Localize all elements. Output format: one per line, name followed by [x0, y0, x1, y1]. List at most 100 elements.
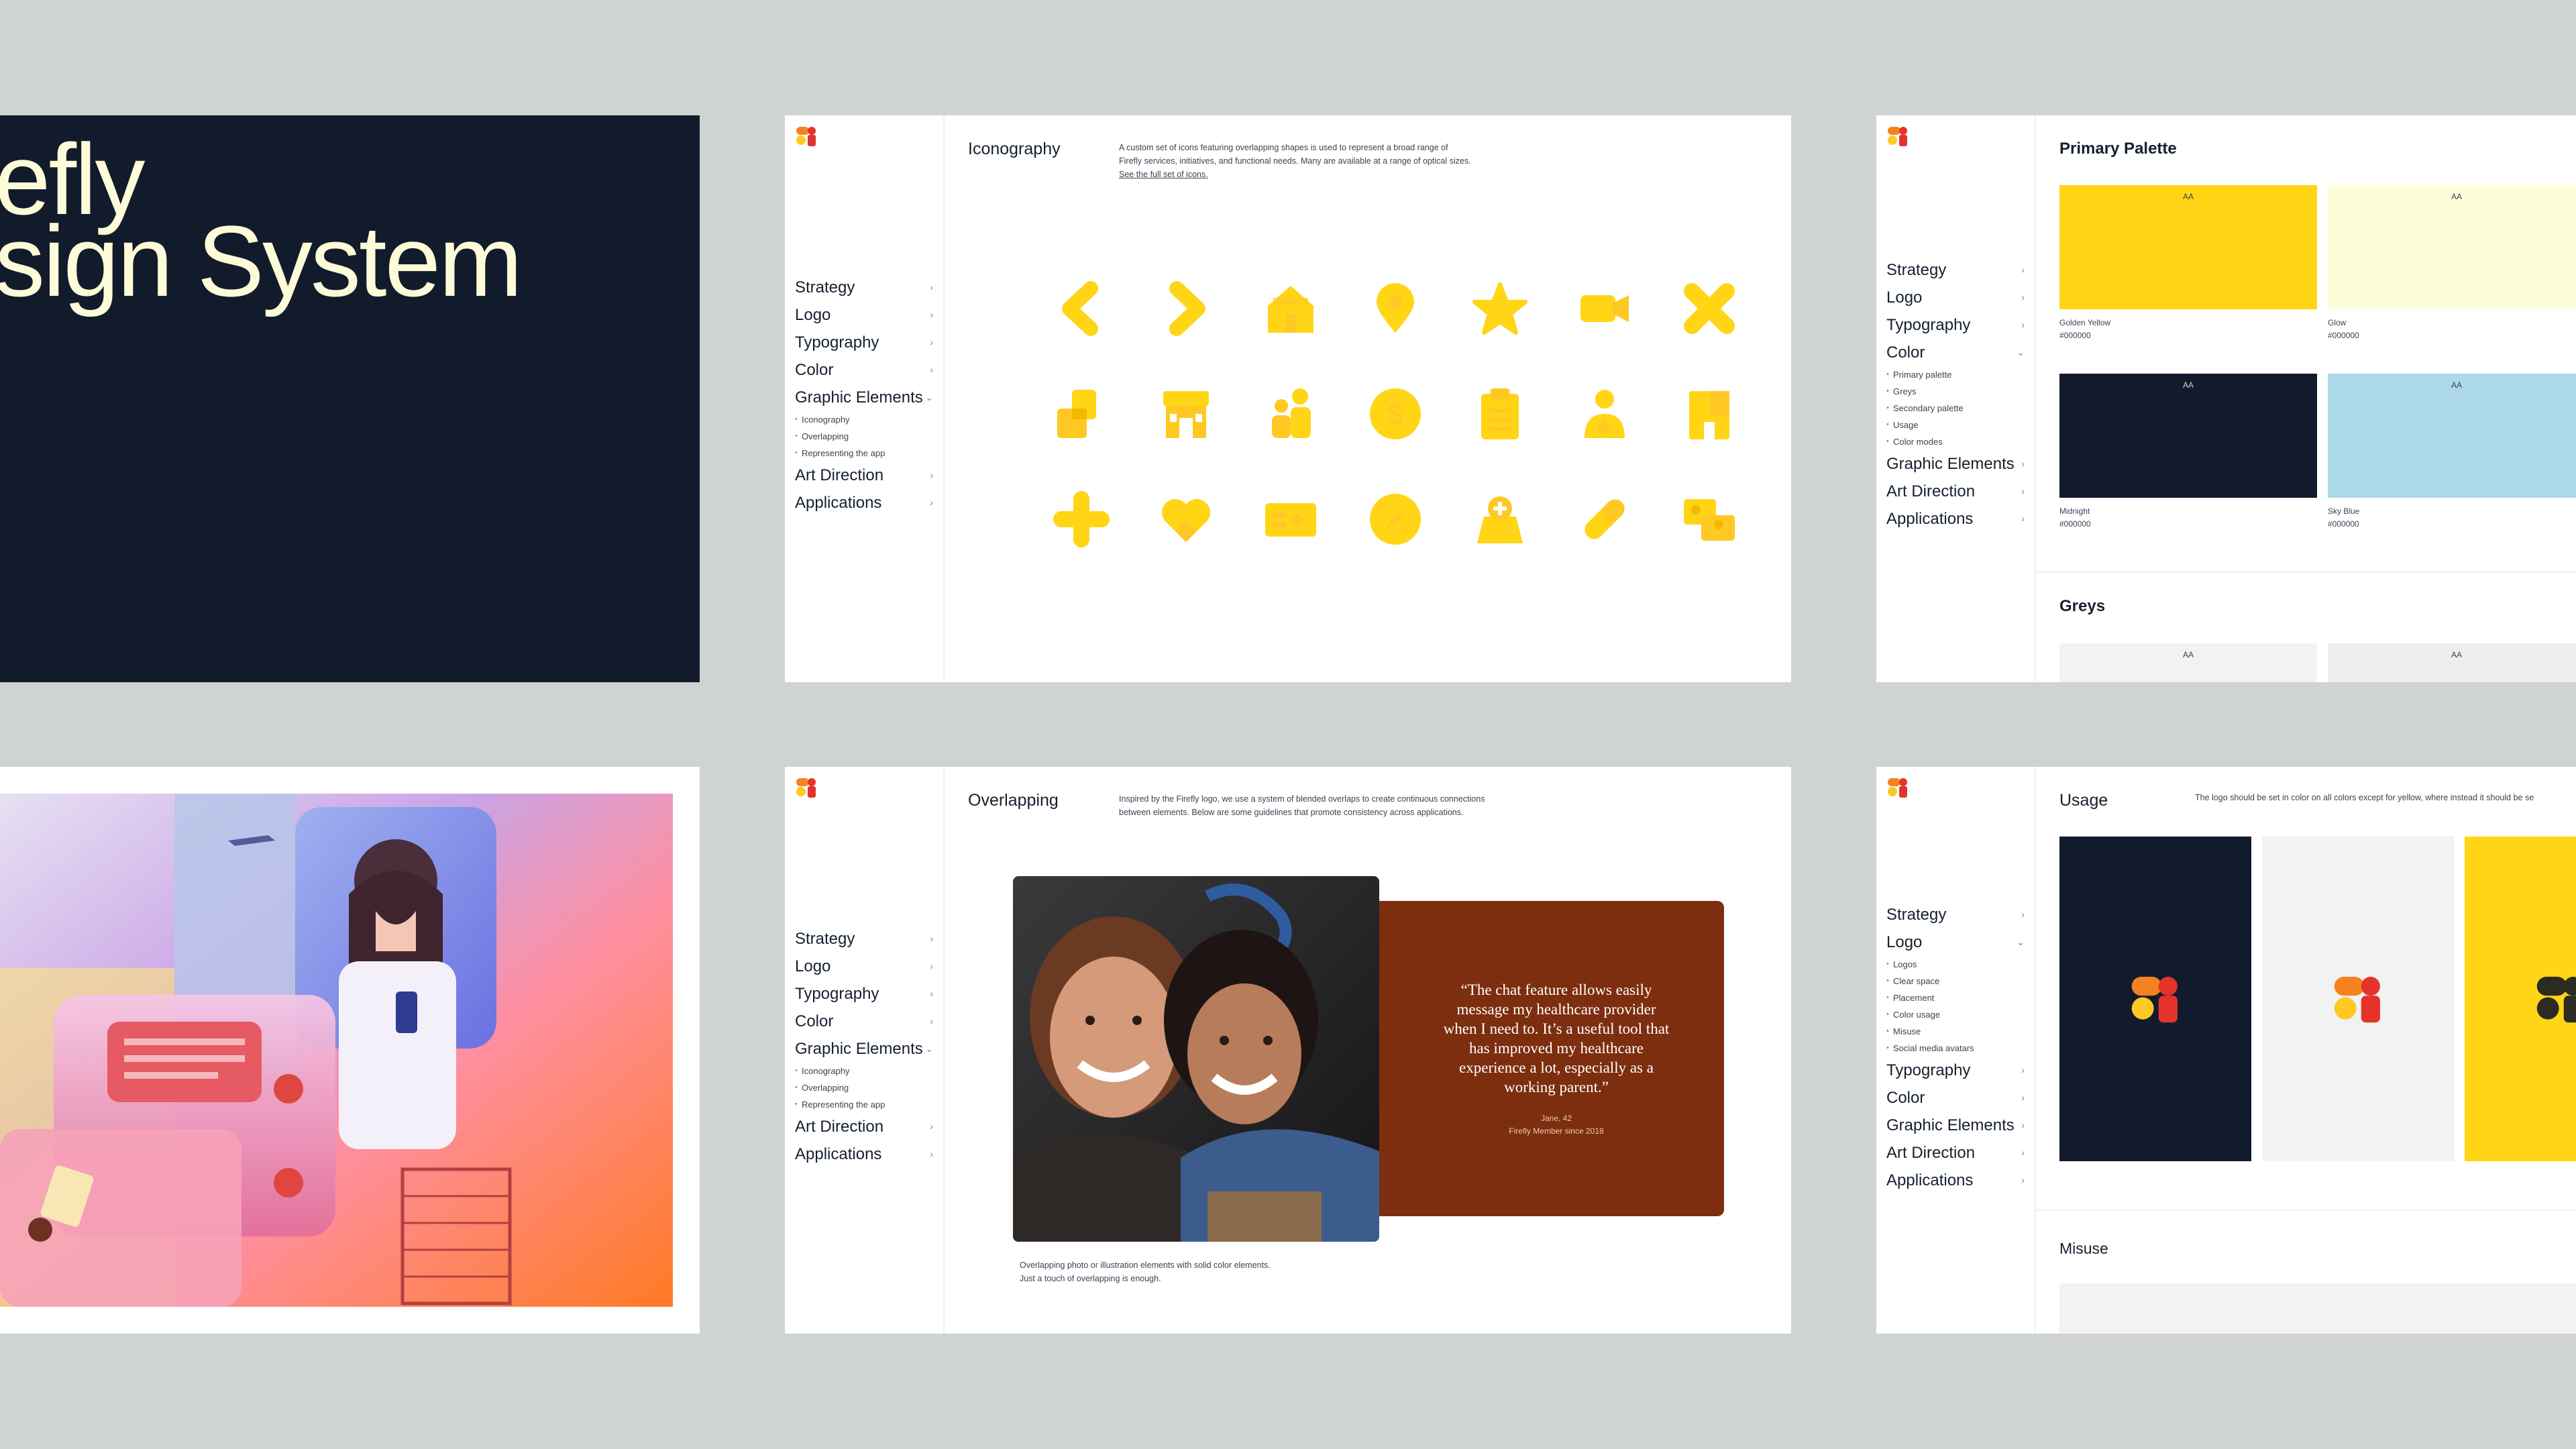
- chevron-right-icon: ›: [2021, 458, 2025, 469]
- sidebar-item-label: Logo: [795, 957, 831, 975]
- sidebar-item-color[interactable]: Color ›: [795, 1008, 936, 1035]
- sidebar-item-applications[interactable]: Applications ›: [795, 1140, 936, 1168]
- sidebar-item-logo[interactable]: Logo ›: [795, 953, 936, 980]
- firefly-logo-mono-icon: [2536, 977, 2576, 1023]
- swatch-midnight[interactable]: AA: [2059, 374, 2317, 498]
- sidebar-item-graphic-elements[interactable]: Graphic Elements ›: [1886, 1112, 2027, 1139]
- family-icon: [1272, 388, 1311, 438]
- sidebar-item-typography[interactable]: Typography ›: [1886, 1057, 2027, 1084]
- chevron-right-icon: ›: [2021, 1120, 2025, 1130]
- sidebar-item-art-direction[interactable]: Art Direction ›: [1886, 1139, 2027, 1167]
- logo-on-grey: [2262, 837, 2454, 1161]
- sidebar-subitem-greys[interactable]: Greys: [1886, 383, 2027, 400]
- attribution-member: Firefly Member since 2018: [1509, 1126, 1604, 1136]
- sidebar-item-color[interactable]: Color ›: [795, 356, 936, 384]
- chevron-down-icon: ⌄: [2017, 936, 2025, 947]
- sidebar-item-art-direction[interactable]: Art Direction ›: [795, 462, 936, 489]
- swatch-grey-2[interactable]: AA: [2328, 643, 2576, 682]
- sidebar-item-label: Art Direction: [1886, 482, 1976, 500]
- sidebar-item-label: Graphic Elements: [795, 1040, 923, 1058]
- swatch-caption: Sky Blue #000000: [2328, 505, 2359, 531]
- sidebar-item-art-direction[interactable]: Art Direction ›: [795, 1113, 936, 1140]
- chevron-right-icon: ›: [2021, 513, 2025, 524]
- sidebar-subitem-social-media-avatars[interactable]: Social media avatars: [1886, 1040, 2027, 1057]
- swatch-grey-1[interactable]: AA: [2059, 643, 2317, 682]
- compass-icon: [1370, 494, 1421, 545]
- sidebar-item-label: Applications: [795, 494, 882, 512]
- sidebar-subitem-misuse[interactable]: Misuse: [1886, 1023, 2027, 1040]
- sidebar-item-strategy[interactable]: Strategy ›: [795, 925, 936, 953]
- sidebar-subitem-iconography[interactable]: Iconography: [795, 411, 936, 428]
- sidebar-subitem-representing-the-app[interactable]: Representing the app: [795, 1096, 936, 1113]
- sidebar-subitem-overlapping[interactable]: Overlapping: [795, 1079, 936, 1096]
- quote-line: when I need to. It’s a useful tool that: [1443, 1020, 1670, 1037]
- sidebar-item-typography[interactable]: Typography ›: [795, 329, 936, 356]
- swatch-glow[interactable]: AA: [2328, 185, 2576, 309]
- sidebar-subitem-secondary-palette[interactable]: Secondary palette: [1886, 400, 2027, 417]
- sidebar: Strategy › Logo › Typography › Color ⌄ Primary p…: [1876, 115, 2036, 682]
- pill-capsule-icon: [1585, 499, 1625, 539]
- sidebar-item-color[interactable]: Color ›: [1886, 1084, 2027, 1112]
- sidebar-subitem-clear-space[interactable]: Clear space: [1886, 973, 2027, 989]
- chevron-down-icon: ⌄: [2017, 347, 2025, 358]
- chevron-right-icon: [1169, 281, 1205, 336]
- contrast-label: AA: [2451, 192, 2462, 201]
- chevron-down-icon: ⌄: [925, 1043, 933, 1054]
- testimonial-photo: [1013, 876, 1379, 1242]
- sidebar-subitem-iconography[interactable]: Iconography: [795, 1063, 936, 1079]
- desc-line: A custom set of icons featuring overlapp…: [1119, 143, 1448, 152]
- sidebar-item-typography[interactable]: Typography ›: [1886, 311, 2027, 339]
- chevron-left-icon: [1062, 281, 1098, 336]
- sidebar-item-typography[interactable]: Typography ›: [795, 980, 936, 1008]
- swatch-sky-blue[interactable]: AA: [2328, 374, 2576, 498]
- sidebar-item-color[interactable]: Color ⌄: [1886, 339, 2027, 366]
- attribution-name: Jane, 42: [1540, 1114, 1572, 1123]
- sidebar-item-logo[interactable]: Logo ›: [1886, 284, 2027, 311]
- sidebar-subitem-representing-the-app[interactable]: Representing the app: [795, 445, 936, 462]
- misuse-title: Misuse: [2059, 1240, 2108, 1257]
- sidebar-item-label: Strategy: [1886, 261, 1947, 279]
- sidebar-item-graphic-elements[interactable]: Graphic Elements ›: [1886, 450, 2027, 478]
- sidebar-item-label: Strategy: [795, 278, 855, 297]
- sidebar-item-graphic-elements[interactable]: Graphic Elements ⌄: [795, 384, 936, 411]
- sidebar-item-strategy[interactable]: Strategy ›: [795, 274, 936, 301]
- icons-link[interactable]: See the full set of icons.: [1119, 168, 1471, 181]
- page-title: Overlapping: [968, 791, 1059, 810]
- chevron-right-icon: ›: [930, 364, 933, 375]
- swatch-hex: #000000: [2328, 519, 2359, 529]
- chevron-right-icon: ›: [2021, 486, 2025, 496]
- sidebar-subitem-color-usage[interactable]: Color usage: [1886, 1006, 2027, 1023]
- sidebar-item-label: Art Direction: [795, 466, 884, 484]
- sidebar-item-label: Color: [795, 1012, 834, 1030]
- sidebar-subitem-logos[interactable]: Logos: [1886, 956, 2027, 973]
- sidebar-item-applications[interactable]: Applications ›: [1886, 1167, 2027, 1194]
- desc-line: Inspired by the Firefly logo, we use a s…: [1119, 794, 1485, 804]
- sidebar-subitem-usage[interactable]: Usage: [1886, 417, 2027, 433]
- quote-line: experience a lot, especially as a: [1459, 1059, 1654, 1076]
- sidebar: Strategy › Logo › Typography › Color › Graphic E…: [785, 115, 945, 682]
- sidebar-subitem-color-modes[interactable]: Color modes: [1886, 433, 2027, 450]
- sidebar-item-strategy[interactable]: Strategy ›: [1886, 256, 2027, 284]
- page-description: Inspired by the Firefly logo, we use a s…: [1119, 792, 1485, 819]
- sidebar-item-applications[interactable]: Applications ›: [1886, 505, 2027, 533]
- page-description: A custom set of icons featuring overlapp…: [1119, 141, 1471, 181]
- swatch-golden-yellow[interactable]: AA: [2059, 185, 2317, 309]
- sidebar-item-art-direction[interactable]: Art Direction ›: [1886, 478, 2027, 505]
- sidebar-item-strategy[interactable]: Strategy ›: [1886, 901, 2027, 928]
- sidebar-item-applications[interactable]: Applications ›: [795, 489, 936, 517]
- sidebar-item-logo[interactable]: Logo ⌄: [1886, 928, 2027, 956]
- hospital-bag-icon: [1477, 496, 1523, 543]
- swatch-name: Midnight: [2059, 506, 2090, 516]
- chevron-right-icon: ›: [930, 1016, 933, 1026]
- overlapping-card: Strategy › Logo › Typography › Color › Graphic E…: [785, 767, 1791, 1334]
- sidebar-subitem-placement[interactable]: Placement: [1886, 989, 2027, 1006]
- sidebar-item-label: Logo: [795, 306, 831, 324]
- sidebar-item-label: Graphic Elements: [1886, 455, 2015, 473]
- building-icon: [1689, 391, 1729, 439]
- sidebar-item-logo[interactable]: Logo ›: [795, 301, 936, 329]
- plus-icon: [1053, 491, 1110, 547]
- quote-line: working parent.”: [1504, 1079, 1609, 1095]
- sidebar-subitem-overlapping[interactable]: Overlapping: [795, 428, 936, 445]
- sidebar-subitem-primary-palette[interactable]: Primary palette: [1886, 366, 2027, 383]
- sidebar-item-graphic-elements[interactable]: Graphic Elements ⌄: [795, 1035, 936, 1063]
